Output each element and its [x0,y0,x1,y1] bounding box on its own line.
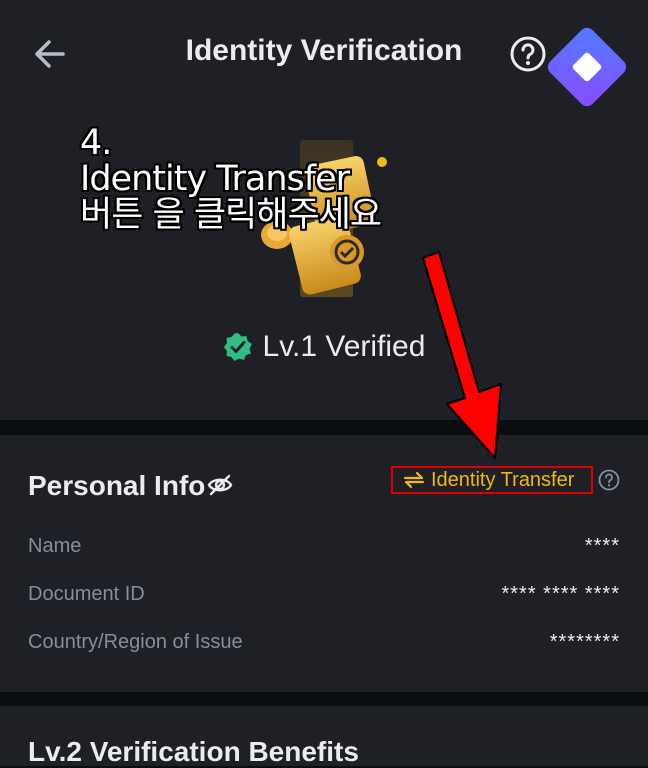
personal-info-title: Personal Info [28,470,206,501]
info-row-document-id: Document ID **** **** **** [28,583,620,611]
info-row-country: Country/Region of Issue ******** [28,631,620,659]
transfer-help-icon[interactable] [598,469,620,491]
personal-info-card: Personal Info Identity Transfer Name ***… [0,435,648,692]
info-row-name: Name **** [28,535,620,563]
header: Identity Verification [0,0,648,110]
verified-badge-icon [223,333,252,361]
lv2-benefits-title: Lv.2 Verification Benefits [28,736,359,767]
app-logo-icon [547,27,627,107]
verification-status: Lv.1 Verified [0,330,648,364]
info-label: Name [28,535,82,557]
identity-transfer-label: Identity Transfer [431,468,575,491]
info-value: ******** [549,631,620,653]
annotation-target: Identity Transfer [80,159,350,199]
info-label: Document ID [28,583,145,605]
identity-transfer-button[interactable]: Identity Transfer [391,466,593,494]
swap-arrows-icon [403,471,425,489]
hide-eye-icon[interactable] [207,472,233,498]
instruction-annotation: 4. Identity Transfer 버튼 을 클릭해주세요 [80,123,382,235]
info-label: Country/Region of Issue [28,631,243,653]
info-value: **** [584,535,620,557]
info-value: **** **** **** [501,583,620,605]
verification-level-label: Lv.1 Verified [262,330,426,363]
annotation-step: 4. [80,123,112,163]
lv2-benefits-card: Lv.2 Verification Benefits [0,706,648,767]
annotation-instruction: 버튼 을 클릭해주세요 [80,195,382,235]
